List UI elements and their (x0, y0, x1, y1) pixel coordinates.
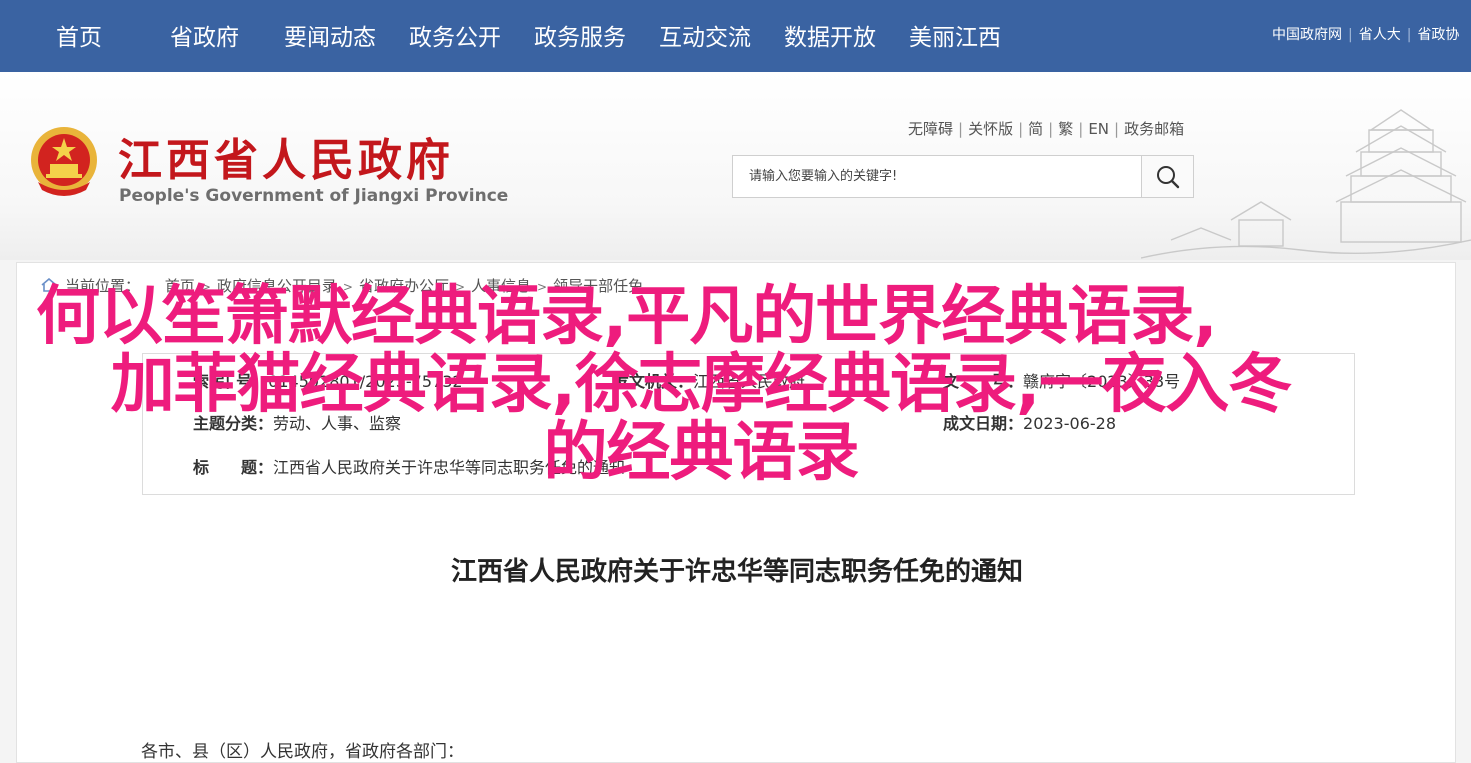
top-navigation-bar: 首页 省政府 要闻动态 政务公开 政务服务 互动交流 数据开放 美丽江西 中国政… (0, 0, 1471, 72)
nav-item-gov-affairs-open[interactable]: 政务公开 (409, 18, 501, 52)
link-elder-mode[interactable]: 关怀版 (968, 120, 1013, 138)
link-separator: | (958, 120, 964, 138)
nav-item-gov-services[interactable]: 政务服务 (534, 18, 626, 52)
link-china-gov[interactable]: 中国政府网 (1272, 27, 1342, 43)
link-separator: | (1114, 120, 1120, 138)
overlay-line-1: 何以笙箫默经典语录,平凡的世界经典语录, (36, 280, 1218, 354)
link-separator: | (1348, 27, 1353, 43)
site-logo-title[interactable]: 江西省人民政府 (118, 124, 454, 188)
nav-item-interaction[interactable]: 互动交流 (659, 18, 751, 52)
link-simplified[interactable]: 简 (1028, 120, 1043, 138)
search-input[interactable] (733, 156, 1141, 197)
link-separator: | (1048, 120, 1054, 138)
site-header: 江西省人民政府 People's Government of Jiangxi P… (0, 72, 1471, 260)
nav-item-province-gov[interactable]: 省政府 (170, 18, 239, 52)
overlay-line-2: 加菲猫经典语录,徐志摩经典语录,一夜入冬 (110, 348, 1293, 422)
nav-item-news[interactable]: 要闻动态 (284, 18, 376, 52)
link-traditional[interactable]: 繁 (1058, 120, 1073, 138)
link-separator: | (1406, 27, 1412, 43)
national-emblem-icon (31, 127, 97, 196)
link-provincial-congress[interactable]: 省人大 (1359, 27, 1401, 43)
document-title: 江西省人民政府关于许忠华等同志职务任免的通知 (450, 557, 1023, 587)
pavilion-illustration (1141, 109, 1471, 259)
search-box (732, 155, 1194, 198)
link-accessibility[interactable]: 无障碍 (908, 120, 953, 138)
nav-item-open-data[interactable]: 数据开放 (784, 18, 876, 52)
link-separator: | (1078, 120, 1084, 138)
site-logo-subtitle: People's Government of Jiangxi Province (119, 186, 509, 206)
link-english[interactable]: EN (1088, 120, 1109, 138)
nav-item-home[interactable]: 首页 (56, 18, 102, 52)
link-provincial-cppcc[interactable]: 省政协 (1417, 27, 1459, 43)
external-links: 中国政府网 | 省人大 | 省政协 (1272, 24, 1459, 44)
overlay-headline: 何以笙箫默经典语录,平凡的世界经典语录, 加菲猫经典语录,徐志摩经典语录,一夜入… (36, 283, 1366, 487)
link-separator: | (1018, 120, 1024, 138)
nav-item-beautiful-jiangxi[interactable]: 美丽江西 (909, 18, 1001, 52)
document-salutation: 各市、县（区）人民政府，省政府各部门： (141, 742, 464, 762)
overlay-line-3: 的经典语录 (543, 416, 860, 490)
